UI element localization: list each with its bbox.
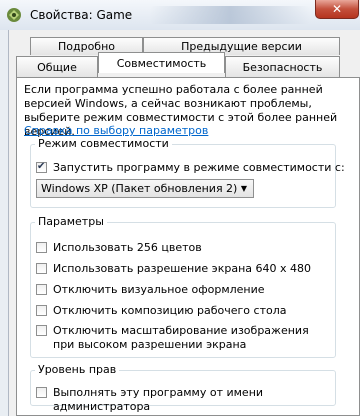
- help-link[interactable]: Справка по выбору параметров: [24, 124, 208, 137]
- close-button[interactable]: ✕: [315, 0, 359, 19]
- tab-label: Безопасность: [242, 61, 323, 74]
- os-version-select[interactable]: Windows XP (Пакет обновления 2) ▼: [36, 179, 254, 198]
- checkbox-box[interactable]: [36, 160, 47, 174]
- checkbox-label: Использовать разрешение экрана 640 х 480: [53, 262, 311, 275]
- checkbox-box[interactable]: [36, 325, 47, 336]
- selected-os: Windows XP (Пакет обновления 2): [41, 182, 238, 195]
- checkbox-box[interactable]: [36, 263, 47, 274]
- app-icon: [7, 8, 21, 22]
- group-legend: Режим совместимости: [35, 137, 172, 150]
- tab-label: Общие: [37, 61, 77, 74]
- close-icon: ✕: [331, 2, 343, 16]
- window-title: Свойства: Game: [30, 8, 133, 22]
- group-legend: Параметры: [35, 215, 107, 228]
- checkbox-box[interactable]: [36, 284, 47, 295]
- option-640x480[interactable]: Использовать разрешение экрана 640 х 480: [36, 262, 311, 278]
- option-disable-desktop-composition[interactable]: Отключить композицию рабочего стола: [36, 304, 287, 320]
- option-256-colors[interactable]: Использовать 256 цветов: [36, 241, 202, 257]
- run-as-admin-checkbox[interactable]: Выполнять эту программу от имени админис…: [36, 386, 360, 413]
- tab-label: Совместимость: [116, 57, 207, 70]
- tab-compatibility[interactable]: Совместимость: [98, 52, 225, 73]
- checkbox-label: Отключить визуальное оформление: [53, 283, 265, 296]
- checkbox-box[interactable]: [36, 387, 47, 398]
- checkbox-label: Отключить композицию рабочего стола: [53, 304, 287, 317]
- run-compat-checkbox[interactable]: Запустить программу в режиме совместимос…: [36, 160, 345, 177]
- blurred-background: [150, 6, 310, 24]
- option-disable-visual-themes[interactable]: Отключить визуальное оформление: [36, 283, 265, 299]
- title-bar: Свойства: Game ✕: [0, 0, 360, 30]
- checkbox-label: Отключить масштабирование изображения пр…: [53, 324, 309, 351]
- dropdown-arrow-icon: ▼: [240, 184, 247, 193]
- checkbox-label: Использовать 256 цветов: [53, 241, 202, 254]
- option-disable-dpi-scaling[interactable]: Отключить масштабирование изображения пр…: [36, 324, 326, 354]
- tab-general[interactable]: Общие: [16, 56, 98, 77]
- checkbox-label: Выполнять эту программу от имени админис…: [53, 386, 264, 413]
- checkbox-box[interactable]: [36, 242, 47, 253]
- checkbox-box[interactable]: [36, 305, 47, 316]
- tab-security[interactable]: Безопасность: [225, 56, 340, 77]
- checkbox-label: Запустить программу в режиме совместимос…: [53, 161, 345, 174]
- group-legend: Уровень прав: [35, 363, 120, 376]
